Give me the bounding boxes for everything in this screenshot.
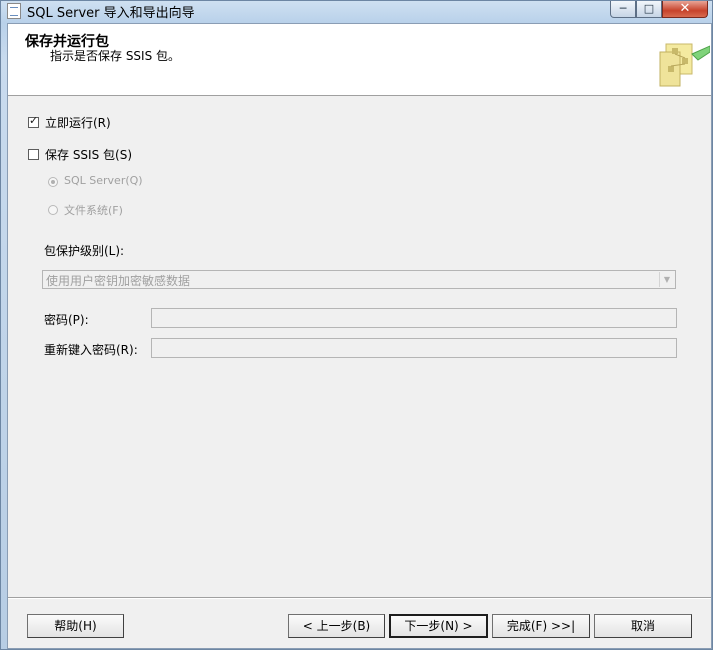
close-button[interactable]: ✕ [662, 1, 708, 18]
wizard-client-area: 保存并运行包 指示是否保存 SSIS 包。 ✓ 立即运行(R) 保存 SSIS … [7, 23, 712, 649]
next-button[interactable]: 下一步(N) > [389, 614, 488, 638]
window-title: SQL Server 导入和导出向导 [27, 6, 195, 21]
app-document-icon [7, 3, 21, 19]
cancel-button[interactable]: 取消 [594, 614, 692, 638]
retype-password-field[interactable] [151, 338, 677, 358]
file-system-radio[interactable] [48, 205, 58, 215]
run-immediately-checkbox[interactable]: ✓ [28, 114, 39, 128]
retype-password-label: 重新键入密码(R): [44, 343, 138, 357]
wizard-window: SQL Server 导入和导出向导 ─ □ ✕ 保存并运行包 指示是否保存 S… [0, 0, 713, 650]
title-bar[interactable]: SQL Server 导入和导出向导 ─ □ ✕ [1, 1, 712, 23]
chevron-down-icon[interactable]: ▼ [659, 272, 674, 287]
finish-button[interactable]: 完成(F) >>| [492, 614, 590, 638]
run-immediately-label[interactable]: 立即运行(R) [45, 114, 111, 131]
sql-server-label[interactable]: SQL Server(Q) [64, 174, 143, 187]
save-ssis-package-label[interactable]: 保存 SSIS 包(S) [45, 146, 132, 163]
radio-selected-dot [51, 180, 55, 184]
footer-divider [8, 597, 711, 599]
protection-level-value: 使用用户密钥加密敏感数据 [46, 274, 191, 288]
maximize-button[interactable]: □ [636, 1, 662, 18]
minimize-button[interactable]: ─ [610, 1, 636, 18]
file-system-label[interactable]: 文件系统(F) [64, 202, 123, 218]
page-subtitle: 指示是否保存 SSIS 包。 [50, 49, 181, 63]
protection-level-select[interactable]: 使用用户密钥加密敏感数据 ▼ [42, 270, 676, 289]
sql-server-radio[interactable] [48, 177, 58, 187]
back-button[interactable]: < 上一步(B) [288, 614, 385, 638]
password-field[interactable] [151, 308, 677, 328]
save-ssis-package-checkbox[interactable] [28, 149, 39, 160]
wizard-graphic-icon [659, 43, 710, 87]
check-mark-icon: ✓ [29, 114, 39, 127]
password-label: 密码(P): [44, 313, 89, 327]
help-button[interactable]: 帮助(H) [27, 614, 124, 638]
protection-level-label: 包保护级别(L): [44, 244, 125, 258]
wizard-header: 保存并运行包 指示是否保存 SSIS 包。 [8, 24, 711, 96]
